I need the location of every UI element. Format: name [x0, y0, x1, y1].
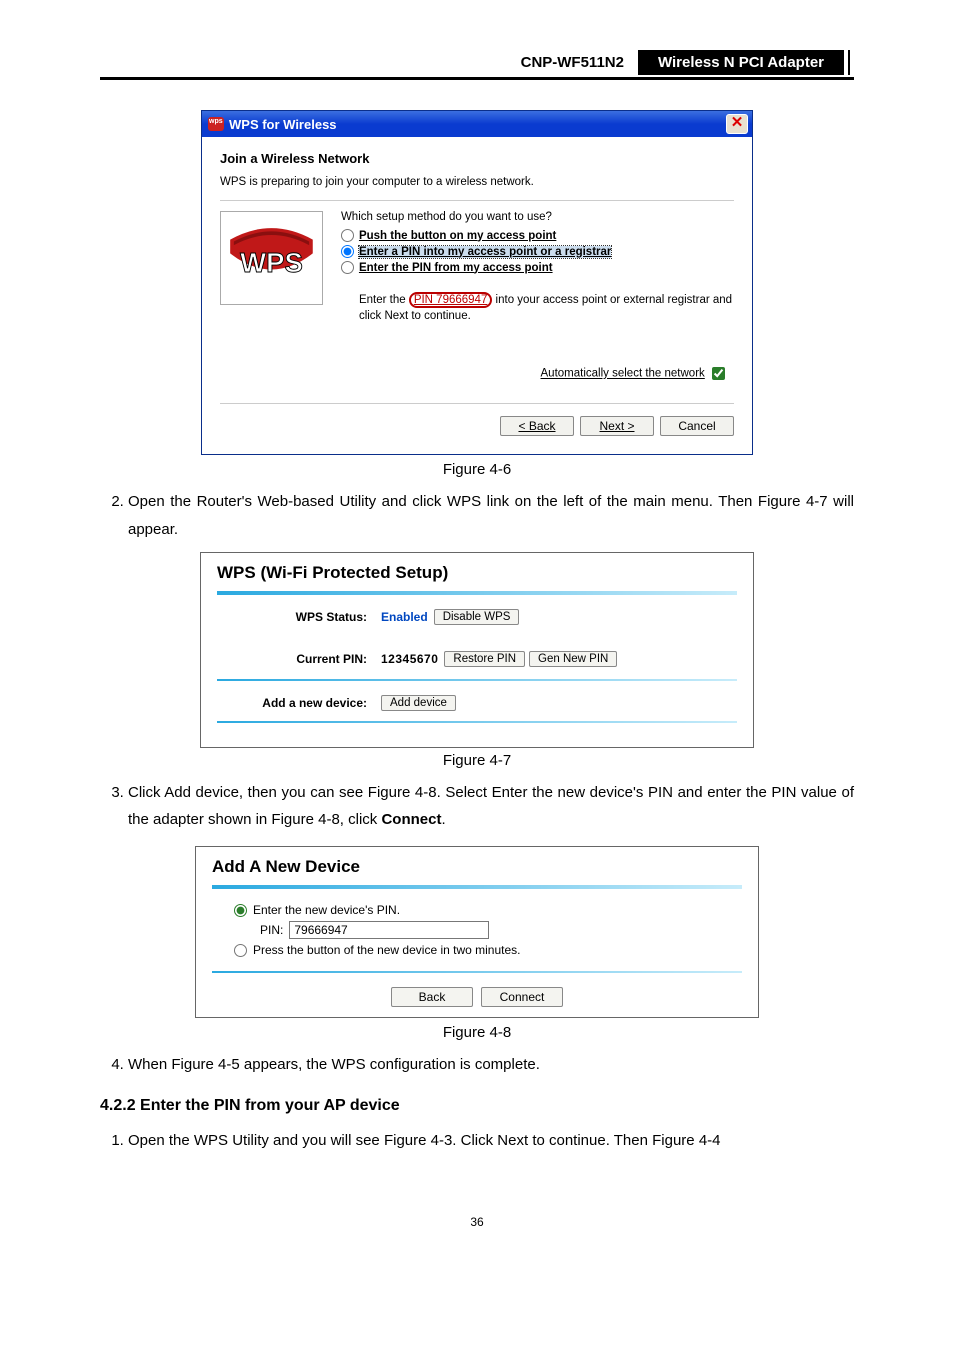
pin-highlight: PIN 79666947 [409, 292, 493, 308]
option-enter-pin-ap-label[interactable]: Enter a PIN into my access point or a re… [359, 246, 611, 258]
wps-wizard-dialog: WPS for Wireless ✕ Join a Wireless Netwo… [201, 110, 753, 455]
step-4-text: When Figure 4-5 appears, the WPS configu… [128, 1056, 540, 1073]
back-button[interactable]: < Back [500, 416, 574, 436]
add-device-label: Add a new device: [217, 696, 381, 710]
option-push-button[interactable]: Push the button on my access point [341, 229, 734, 242]
step-3: Click Add device, then you can see Figur… [128, 779, 854, 835]
header-product: Wireless N PCI Adapter [638, 50, 844, 75]
setup-question: Which setup method do you want to use? [341, 211, 734, 223]
step-4: When Figure 4-5 appears, the WPS configu… [128, 1051, 854, 1079]
add-device-row: Add a new device: Add device [217, 695, 737, 711]
pin-input-row: PIN: [260, 921, 742, 939]
option-enter-pin-ap[interactable]: Enter a PIN into my access point or a re… [341, 245, 734, 258]
pin-instruction: Enter the PIN 79666947 into your access … [359, 292, 734, 324]
option-push-button-label[interactable]: Push the button on my access point [359, 230, 556, 242]
back-button-p3[interactable]: Back [391, 987, 473, 1007]
auto-select-checkbox[interactable] [712, 367, 725, 380]
radio-enter-device-pin[interactable] [234, 904, 247, 917]
step-3-connect: Connect [381, 811, 441, 828]
radio-push-button[interactable] [341, 229, 354, 242]
page-header: CNP-WF511N2 Wireless N PCI Adapter [100, 50, 854, 80]
option-enter-pin-from-ap[interactable]: Enter the PIN from my access point [341, 261, 734, 274]
wps-status-label: WPS Status: [217, 610, 381, 624]
blue-divider [217, 591, 737, 595]
blue-divider-p3 [212, 885, 742, 889]
auto-select-label: Automatically select the network [541, 368, 705, 380]
current-pin-value: 12345670 [381, 652, 438, 666]
wps-setup-panel: WPS (Wi-Fi Protected Setup) WPS Status: … [200, 552, 754, 748]
current-pin-row: Current PIN: 12345670 Restore PIN Gen Ne… [217, 651, 737, 667]
connect-button[interactable]: Connect [481, 987, 563, 1007]
blue-divider-p3-thin [212, 971, 742, 973]
wps-status-value: Enabled [381, 610, 428, 624]
option-enter-device-pin[interactable]: Enter the new device's PIN. [234, 903, 742, 917]
option-press-button[interactable]: Press the button of the new device in tw… [234, 943, 742, 957]
dialog-heading: Join a Wireless Network [220, 151, 734, 166]
blue-divider-thin [217, 679, 737, 681]
radio-enter-pin-ap[interactable] [341, 245, 354, 258]
option-enter-device-pin-label: Enter the new device's PIN. [253, 903, 400, 917]
wps-logo: WPS [220, 211, 323, 305]
disable-wps-button[interactable]: Disable WPS [434, 609, 520, 625]
add-device-title: Add A New Device [212, 857, 742, 877]
figure-caption-48: Figure 4-8 [100, 1024, 854, 1041]
wps-title-icon [208, 117, 224, 131]
radio-enter-pin-from-ap[interactable] [341, 261, 354, 274]
svg-text:WPS: WPS [240, 247, 303, 278]
step-3-text: Click Add device, then you can see Figur… [128, 784, 854, 829]
radio-press-button[interactable] [234, 944, 247, 957]
restore-pin-button[interactable]: Restore PIN [444, 651, 525, 667]
wps-status-row: WPS Status: Enabled Disable WPS [217, 609, 737, 625]
pin-pre: Enter the [359, 294, 409, 306]
add-new-device-panel: Add A New Device Enter the new device's … [195, 846, 759, 1018]
header-divider [848, 50, 850, 75]
step-2: Open the Router's Web-based Utility and … [128, 488, 854, 544]
step-s1-text: Open the WPS Utility and you will see Fi… [128, 1132, 721, 1149]
dialog-title: WPS for Wireless [229, 117, 337, 132]
current-pin-label: Current PIN: [217, 652, 381, 666]
cancel-button[interactable]: Cancel [660, 416, 734, 436]
gen-new-pin-button[interactable]: Gen New PIN [529, 651, 617, 667]
close-icon[interactable]: ✕ [726, 114, 748, 134]
page-number: 36 [100, 1215, 854, 1229]
auto-select-row[interactable]: Automatically select the network [220, 364, 728, 383]
add-device-button[interactable]: Add device [381, 695, 456, 711]
step-2-text: Open the Router's Web-based Utility and … [128, 493, 854, 538]
figure-caption-46: Figure 4-6 [100, 461, 854, 478]
figure-caption-47: Figure 4-7 [100, 752, 854, 769]
panel3-button-row: Back Connect [212, 987, 742, 1007]
dialog-subtext: WPS is preparing to join your computer t… [220, 176, 734, 188]
option-enter-pin-from-ap-label[interactable]: Enter the PIN from my access point [359, 262, 553, 274]
step-s1: Open the WPS Utility and you will see Fi… [128, 1127, 854, 1155]
step-3-period: . [441, 811, 445, 828]
option-press-button-label: Press the button of the new device in tw… [253, 943, 520, 957]
divider [220, 200, 734, 201]
wps-panel-title: WPS (Wi-Fi Protected Setup) [217, 563, 737, 583]
dialog-button-row: < Back Next > Cancel [220, 403, 734, 446]
header-model: CNP-WF511N2 [507, 50, 638, 75]
pin-input[interactable] [289, 921, 489, 939]
dialog-titlebar: WPS for Wireless ✕ [202, 111, 752, 137]
pin-input-label: PIN: [260, 923, 283, 937]
blue-divider-thin2 [217, 721, 737, 723]
next-button[interactable]: Next > [580, 416, 654, 436]
section-heading: 4.2.2 Enter the PIN from your AP device [100, 1097, 854, 1115]
